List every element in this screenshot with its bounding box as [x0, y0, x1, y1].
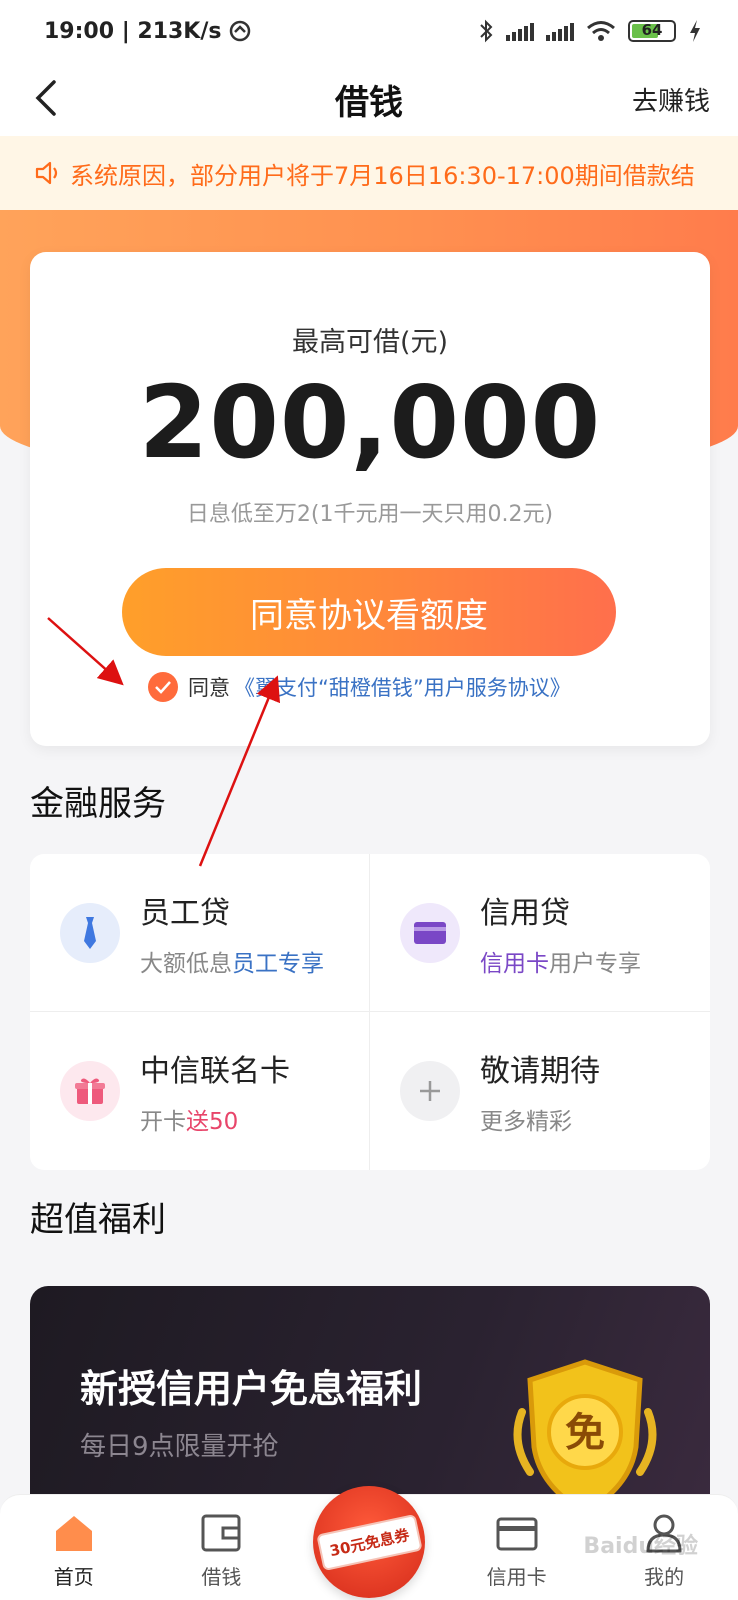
- tie-icon: [60, 902, 120, 963]
- status-bar: 19:00 | 213K/s 64: [0, 0, 738, 62]
- wifi-icon: [587, 21, 615, 41]
- service-sub: 更多精彩: [480, 1109, 572, 1135]
- back-button[interactable]: [24, 76, 68, 120]
- coupon-icon: 30元免息券: [312, 1486, 425, 1598]
- service-sub-highlight: 信用卡: [480, 950, 549, 977]
- checkmark-icon: [155, 681, 171, 694]
- notice-bar[interactable]: 系统原因，部分用户将于7月16日16:30-17:00期间借款结: [0, 136, 738, 210]
- badge-char: 免: [565, 1410, 605, 1456]
- service-sub-highlight: 员工专享: [232, 950, 324, 977]
- battery-icon: 64: [628, 20, 676, 42]
- service-name: 员工贷: [140, 895, 230, 931]
- speaker-icon: [35, 161, 58, 185]
- service-employee-loan[interactable]: 员工贷 大额低息员工专享: [30, 854, 370, 1012]
- agreement-row: 同意 《翼支付“甜橙借钱”用户服务协议》: [148, 672, 571, 702]
- earn-money-button[interactable]: 去赚钱: [632, 81, 710, 118]
- notice-text: 系统原因，部分用户将于7月16日16:30-17:00期间借款结: [70, 161, 695, 190]
- time-speed: 19:00 | 213K/s: [44, 18, 222, 44]
- status-right: 64: [478, 19, 702, 43]
- agree-view-limit-button[interactable]: 同意协议看额度: [122, 568, 616, 656]
- bluetooth-icon: [480, 19, 493, 43]
- gift-icon: [60, 1061, 120, 1121]
- promo-title: 新授信用户免息福利: [80, 1367, 423, 1411]
- nav-bar: 借钱 去赚钱: [0, 62, 738, 136]
- tab-credit-card[interactable]: 信用卡: [457, 1511, 577, 1590]
- loan-limit-card: 最高可借(元) 200,000 日息低至万2(1千元用一天只用0.2元) 同意协…: [30, 252, 710, 746]
- card-icon: [400, 902, 460, 963]
- signal-icon: [506, 21, 534, 41]
- service-sub-prefix: 大额低息: [140, 950, 232, 977]
- plus-icon: [400, 1061, 460, 1121]
- service-sub: 信用卡用户专享: [480, 944, 641, 978]
- watermark: Baidu经验: [583, 1534, 698, 1559]
- status-left: 19:00 | 213K/s: [44, 19, 251, 44]
- battery-level: 64: [641, 21, 663, 39]
- service-sub: 开卡送50: [140, 1102, 290, 1136]
- tab-label: 信用卡: [486, 1565, 547, 1589]
- finance-section-title: 金融服务: [30, 784, 166, 824]
- tab-label: 借钱: [201, 1565, 242, 1589]
- credit-card-icon: [496, 1517, 538, 1551]
- charging-icon: [690, 20, 700, 42]
- agree-text: 同意: [188, 676, 230, 700]
- agree-checkbox[interactable]: [148, 672, 178, 702]
- coupon-text: 30元免息券: [315, 1513, 423, 1571]
- tab-borrow[interactable]: 借钱: [161, 1511, 281, 1590]
- tab-label: 首页: [53, 1565, 94, 1589]
- service-citic-card[interactable]: 中信联名卡 开卡送50: [30, 1012, 370, 1170]
- limit-label: 最高可借(元): [291, 327, 449, 358]
- limit-amount: 200,000: [138, 364, 602, 481]
- service-sub-highlight: 送50: [186, 1109, 239, 1135]
- shield-badge-icon: 免: [513, 1359, 657, 1515]
- finance-services-grid: 员工贷 大额低息员工专享 信用贷 信用卡用户专享 中信联名卡 开卡送50 敬请期…: [30, 854, 710, 1170]
- agreement-link[interactable]: 《翼支付“甜橙借钱”用户服务协议》: [234, 672, 571, 702]
- page-title: 借钱: [335, 82, 403, 123]
- tab-home[interactable]: 首页: [14, 1511, 134, 1590]
- interest-free-promo-banner[interactable]: 新授信用户免息福利 每日9点限量开抢 免: [30, 1286, 710, 1516]
- service-name: 中信联名卡: [140, 1054, 290, 1089]
- tab-coupon[interactable]: 30元免息券: [309, 1486, 429, 1598]
- service-sub-prefix: 开卡: [140, 1109, 186, 1135]
- interest-rate-note: 日息低至万2(1千元用一天只用0.2元): [186, 502, 554, 527]
- service-name: 信用贷: [480, 895, 570, 931]
- home-icon: [55, 1516, 92, 1551]
- signal-icon-2: [546, 21, 574, 41]
- service-name: 敬请期待: [480, 1054, 600, 1089]
- benefits-section-title: 超值福利: [30, 1200, 166, 1240]
- wallet-icon: [201, 1514, 241, 1552]
- service-sub: 大额低息员工专享: [140, 944, 324, 978]
- tab-label: 我的: [644, 1565, 685, 1589]
- service-credit-loan[interactable]: 信用贷 信用卡用户专享: [370, 854, 710, 1012]
- service-sub-suffix: 用户专享: [549, 950, 641, 977]
- promo-subtitle: 每日9点限量开抢: [80, 1432, 279, 1462]
- service-coming-soon[interactable]: 敬请期待 更多精彩: [370, 1012, 710, 1170]
- sync-icon: [230, 20, 251, 42]
- chevron-left-icon: [35, 80, 56, 116]
